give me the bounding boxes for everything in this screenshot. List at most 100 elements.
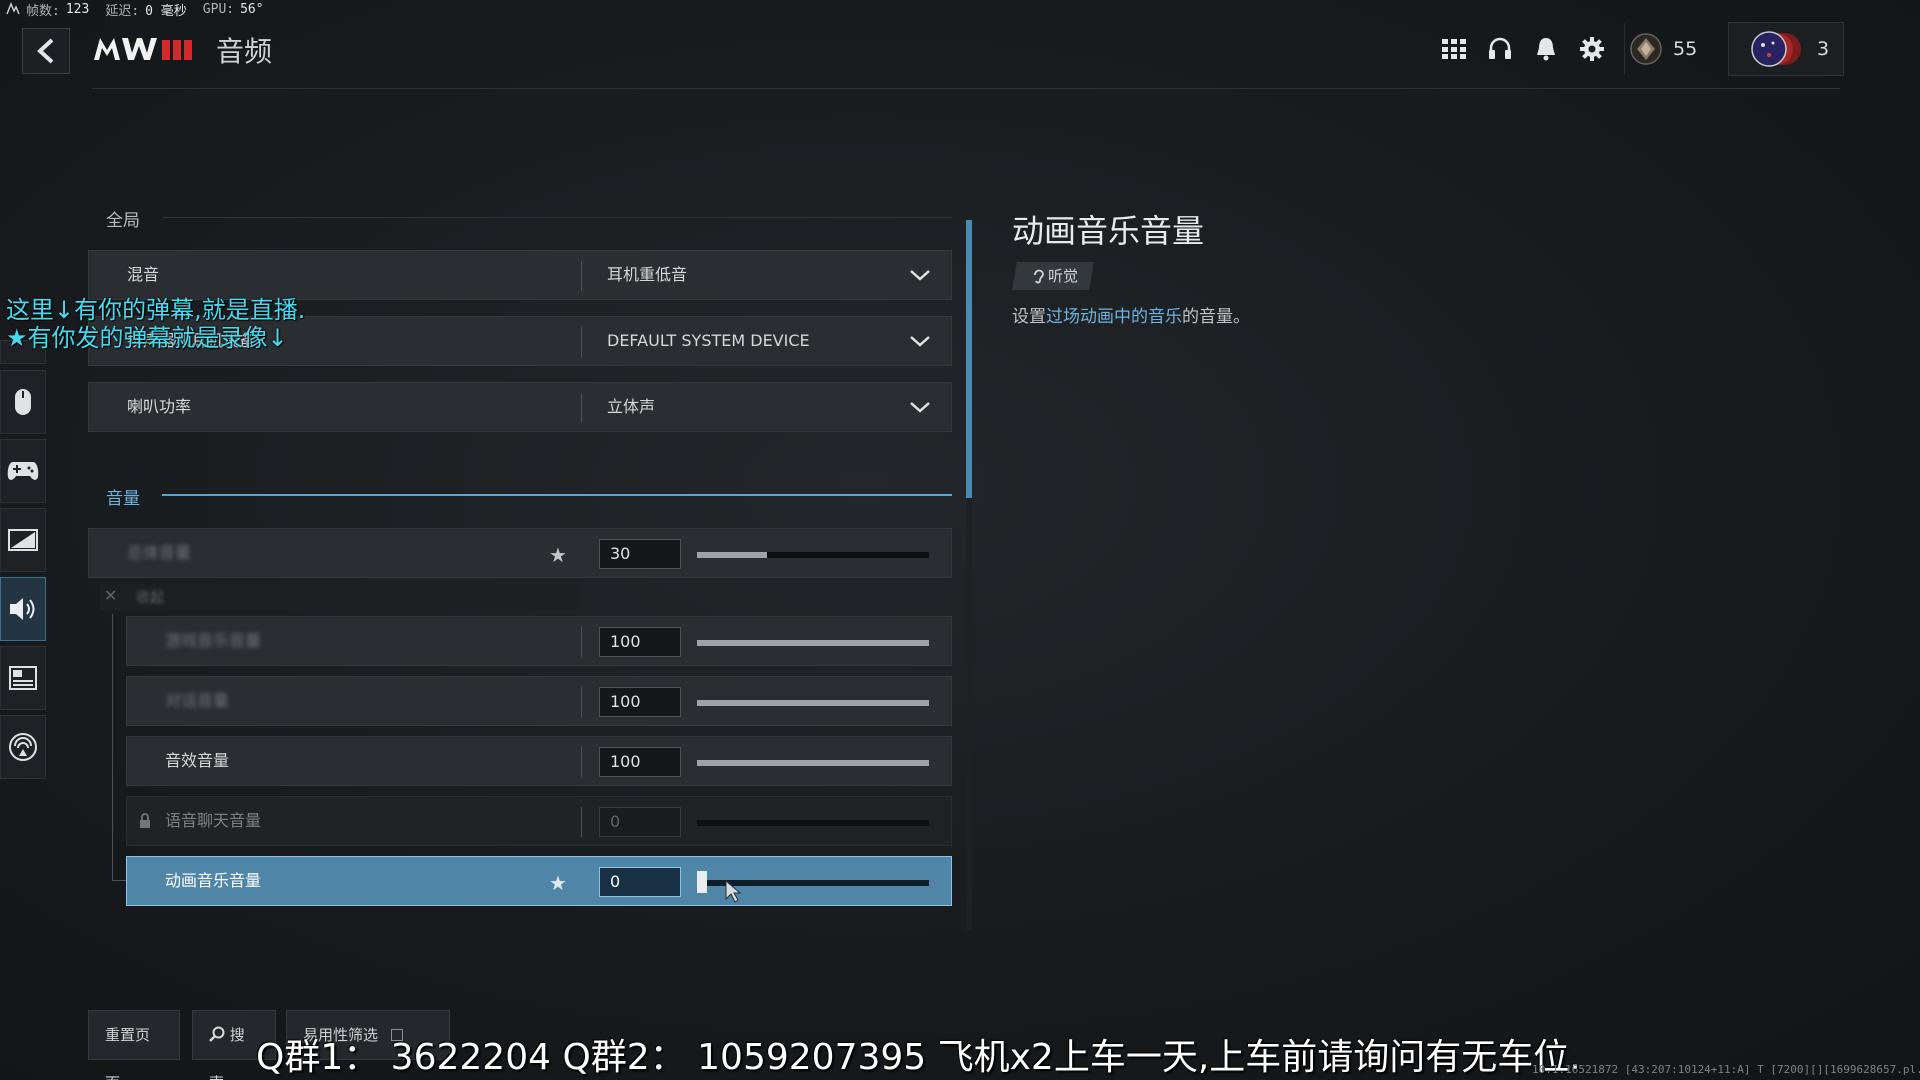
- profile-count: 3: [1817, 38, 1830, 60]
- collapse-label: 收起: [136, 590, 164, 606]
- setting-label: 喇叭功率: [127, 397, 192, 416]
- collapse-toggle[interactable]: ✕ 收起: [100, 584, 580, 610]
- row-separator: [581, 747, 582, 777]
- settings-category-rail: [0, 370, 46, 784]
- setting-row-voice-chat-volume: 语音聊天音量 0: [126, 796, 952, 846]
- setting-label: 总体音量: [127, 543, 192, 562]
- desc-highlight: 过场动画中的音乐: [1046, 307, 1182, 327]
- master-volume-input[interactable]: 30: [599, 539, 681, 569]
- gamepad-icon: [7, 462, 39, 480]
- perf-icon: [6, 2, 20, 15]
- favorite-star-icon[interactable]: ★: [549, 543, 567, 567]
- section-global-divider: [162, 217, 952, 218]
- favorite-star-icon[interactable]: ★: [549, 871, 567, 895]
- gear-icon[interactable]: [1578, 35, 1606, 63]
- chevron-down-icon: [910, 270, 930, 281]
- graphics-icon: [8, 529, 38, 551]
- close-icon: ✕: [104, 586, 118, 605]
- settings-scrollbar[interactable]: [966, 210, 972, 930]
- build-info: 10.1.16521872 [43:207:10124+11:A] T [720…: [1532, 1063, 1920, 1076]
- latency-label: 延迟:: [105, 3, 140, 19]
- master-volume-slider[interactable]: [697, 552, 929, 558]
- tree-line: [112, 614, 113, 880]
- gpu-label: GPU:: [202, 1, 235, 17]
- slider-thumb[interactable]: [697, 871, 707, 893]
- section-global-label: 全局: [106, 211, 140, 231]
- apps-grid-icon[interactable]: [1440, 35, 1468, 63]
- setting-value: 耳机重低音: [607, 265, 688, 284]
- fps-label: 帧数:: [26, 3, 60, 19]
- tree-line: [112, 880, 126, 881]
- detail-title: 动画音乐音量: [1012, 212, 1205, 250]
- music-volume-slider[interactable]: [697, 640, 929, 646]
- dialogue-volume-slider[interactable]: [697, 700, 929, 706]
- fps-value: 123: [65, 1, 90, 17]
- lock-icon: [140, 813, 150, 828]
- rank-emblem-icon: [1630, 33, 1662, 65]
- rank-level: 55: [1673, 38, 1698, 60]
- network-icon: [9, 733, 37, 761]
- headset-icon[interactable]: [1486, 35, 1514, 63]
- stream-banner: Q群1： 3622204 Q群2： 1059207395 飞机x2上车一天,上车…: [256, 1037, 1581, 1078]
- setting-label: 动画音乐音量: [165, 871, 262, 890]
- detail-description: 设置过场动画中的音乐的音量。: [1012, 302, 1250, 327]
- rail-item-interface[interactable]: [0, 646, 46, 710]
- back-button[interactable]: [22, 28, 70, 74]
- header-divider: [92, 88, 1840, 89]
- chevron-down-icon: [910, 336, 930, 347]
- chevron-left-icon: [37, 38, 54, 64]
- row-separator: [581, 393, 582, 423]
- rail-item-graphics[interactable]: [0, 508, 46, 572]
- slider-fill: [697, 700, 929, 706]
- mouse-cursor-icon: [725, 879, 742, 903]
- speaker-icon: [10, 598, 35, 620]
- slider-fill: [697, 760, 929, 766]
- rank-badge[interactable]: 55: [1624, 23, 1707, 75]
- setting-label: 音效音量: [165, 751, 230, 770]
- chevron-down-icon: [910, 402, 930, 413]
- setting-value: DEFAULT SYSTEM DEVICE: [607, 331, 810, 350]
- rail-item-mouse[interactable]: [0, 370, 46, 434]
- latency-value: 0 毫秒: [145, 3, 187, 19]
- rail-item-network[interactable]: [0, 715, 46, 779]
- search-icon: [209, 1026, 225, 1042]
- row-separator: [581, 627, 582, 657]
- interface-icon: [9, 666, 37, 690]
- setting-row-cinematic-volume[interactable]: 动画音乐音量 ★ 0: [126, 856, 952, 906]
- ear-icon: [1034, 269, 1044, 284]
- rail-item-audio[interactable]: [0, 577, 46, 641]
- reset-page-button[interactable]: 重置页面: [88, 1010, 180, 1080]
- danmu-message: ★有你发的弹幕就是录像↓: [6, 324, 288, 352]
- effects-volume-input[interactable]: 100: [599, 747, 681, 777]
- desc-suffix: 的音量。: [1182, 307, 1250, 327]
- effects-volume-slider[interactable]: [697, 760, 929, 766]
- cinematic-volume-input[interactable]: 0: [599, 867, 681, 897]
- rail-item-controller[interactable]: [0, 439, 46, 503]
- setting-label: 游戏音乐音量: [165, 631, 262, 650]
- setting-label: 对话音量: [165, 691, 230, 710]
- tag-label: 听觉: [1048, 267, 1079, 285]
- desc-prefix: 设置: [1012, 307, 1046, 327]
- page-title: 音频: [216, 35, 273, 68]
- top-toolbar: 55: [1440, 22, 1707, 76]
- category-tag: 听觉: [1012, 262, 1095, 290]
- setting-row-speaker-mode[interactable]: 喇叭功率 立体声: [88, 382, 952, 432]
- section-volume-divider: [162, 494, 952, 496]
- setting-row-dialogue-volume[interactable]: 对话音量 100: [126, 676, 952, 726]
- performance-stats: 帧数: 123 延迟: 0 毫秒 GPU: 56°: [6, 0, 274, 19]
- setting-row-master-volume[interactable]: 总体音量 ★ 30: [88, 528, 952, 578]
- setting-value: 立体声: [607, 397, 656, 416]
- setting-row-effects-volume[interactable]: 音效音量 100: [126, 736, 952, 786]
- gpu-value: 56°: [240, 1, 264, 17]
- row-separator: [581, 327, 582, 357]
- mw3-logo: [94, 38, 192, 60]
- profile-button[interactable]: 3: [1728, 22, 1844, 76]
- voice-chat-volume-input: 0: [599, 807, 681, 837]
- music-volume-input[interactable]: 100: [599, 627, 681, 657]
- setting-row-music-volume[interactable]: 游戏音乐音量 100: [126, 616, 952, 666]
- dialogue-volume-input[interactable]: 100: [599, 687, 681, 717]
- bell-icon[interactable]: [1532, 35, 1560, 63]
- scrollbar-thumb[interactable]: [966, 220, 972, 498]
- row-separator: [581, 687, 582, 717]
- avatar-icon: [1751, 31, 1801, 67]
